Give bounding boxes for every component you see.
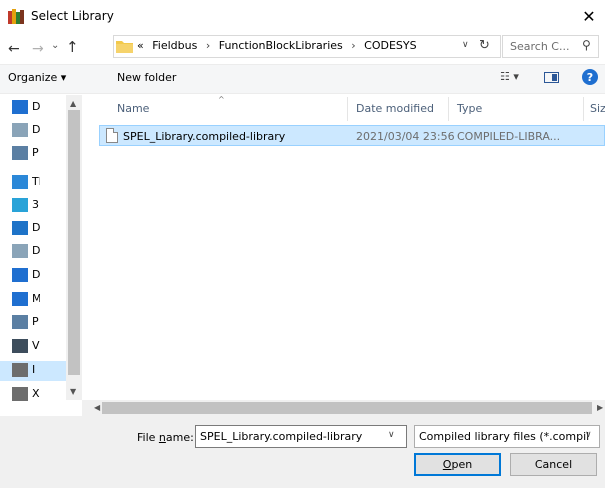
open-button[interactable]: Open: [414, 453, 501, 476]
recent-locations-chevron-icon[interactable]: ⌄: [51, 40, 59, 51]
breadcrumb-fieldbus[interactable]: Fieldbus: [152, 39, 197, 52]
file-name-label-post: ame:: [165, 431, 194, 444]
sidebar-item-label: X: [32, 387, 40, 400]
folder-icon: [116, 41, 133, 53]
search-icon[interactable]: ⚲: [582, 38, 591, 52]
cancel-button[interactable]: Cancel: [510, 453, 597, 476]
sidebar-item-label: P: [32, 315, 39, 328]
column-header-type[interactable]: Type: [457, 102, 482, 115]
window-title: Select Library: [31, 9, 114, 23]
close-button[interactable]: ✕: [575, 4, 603, 28]
file-icon: [106, 128, 118, 143]
music-icon: [12, 292, 28, 306]
breadcrumb-codesys[interactable]: CODESYS: [364, 39, 416, 52]
sort-ascending-icon: ^: [218, 95, 225, 104]
new-folder-button[interactable]: New folder: [117, 71, 176, 84]
back-arrow-icon[interactable]: ←: [8, 41, 20, 57]
drive-icon: [12, 363, 28, 377]
sidebar-item-label: D: [32, 123, 40, 136]
videos-icon: [12, 339, 28, 353]
desktop-icon: [12, 221, 28, 235]
column-divider[interactable]: [448, 97, 449, 121]
horizontal-scrollbar-thumb[interactable]: [102, 402, 592, 414]
library-books-icon: [8, 9, 24, 24]
scroll-left-arrow-icon[interactable]: ◀: [94, 403, 100, 412]
help-icon[interactable]: ?: [582, 69, 598, 85]
file-date-modified: 2021/03/04 23:56: [356, 130, 455, 143]
search-placeholder: Search C...: [510, 40, 570, 53]
column-header-date-modified[interactable]: Date modified: [356, 102, 434, 115]
file-type-select[interactable]: Compiled library files (*.compil: [414, 425, 600, 448]
file-name-label: File name:: [137, 431, 194, 444]
breadcrumb-separator: ›: [205, 39, 211, 52]
sidebar-item-label: D: [32, 221, 40, 234]
column-divider[interactable]: [347, 97, 348, 121]
breadcrumb-functionblocklibraries[interactable]: FunctionBlockLibraries: [219, 39, 343, 52]
open-button-mnemonic: O: [442, 458, 452, 471]
file-name-label-mnemonic: n: [158, 431, 166, 444]
sidebar-item-label: V: [32, 339, 40, 352]
column-divider[interactable]: [583, 97, 584, 121]
sidebar-item-label: D: [32, 268, 40, 281]
sidebar-item-label: Th: [32, 175, 40, 188]
refresh-icon[interactable]: ↻: [479, 38, 490, 53]
column-header-size[interactable]: Size: [590, 102, 605, 115]
3d-objects-icon: [12, 198, 28, 212]
column-header-name[interactable]: Name: [117, 102, 149, 115]
file-type: COMPILED-LIBRA...: [457, 130, 561, 143]
up-arrow-icon[interactable]: ↑: [66, 38, 79, 56]
file-type-chevron-down-icon[interactable]: ∨: [585, 430, 592, 440]
file-name-chevron-down-icon[interactable]: ∨: [388, 430, 395, 440]
preview-pane-icon[interactable]: [544, 72, 559, 83]
scroll-down-arrow-icon[interactable]: ▼: [70, 387, 76, 396]
sidebar-item-label: I: [32, 363, 36, 376]
sidebar-item-label: D: [32, 244, 40, 257]
sidebar-item-label: M: [32, 292, 40, 305]
address-history-chevron-icon[interactable]: ∨: [462, 40, 469, 50]
pictures-icon: [12, 146, 28, 160]
file-name-field[interactable]: SPEL_Library.compiled-library: [195, 425, 407, 448]
drive-icon: [12, 387, 28, 401]
forward-arrow-icon[interactable]: →: [32, 41, 44, 57]
file-name[interactable]: SPEL_Library.compiled-library: [123, 130, 285, 143]
documents-icon: [12, 123, 28, 137]
this-pc-icon: [12, 175, 28, 189]
sidebar-item-label: D: [32, 100, 40, 113]
downloads-icon: [12, 268, 28, 282]
sidebar-item-label: 3: [32, 198, 39, 211]
open-button-label: pen: [451, 458, 473, 471]
breadcrumb-separator: ›: [351, 39, 356, 52]
organize-button[interactable]: Organize ▾: [8, 71, 66, 84]
scroll-up-arrow-icon[interactable]: ▲: [70, 99, 76, 108]
change-view-icon[interactable]: ☷ ▾: [500, 70, 519, 83]
file-name-label-pre: File: [137, 431, 159, 444]
downloads-icon: [12, 100, 28, 114]
breadcrumb-overflow[interactable]: «: [137, 39, 144, 52]
navigation-scrollbar-thumb[interactable]: [68, 110, 80, 375]
scroll-right-arrow-icon[interactable]: ▶: [597, 403, 603, 412]
sidebar-item-label: P: [32, 146, 39, 159]
breadcrumb[interactable]: « Fieldbus › FunctionBlockLibraries › CO…: [137, 39, 422, 52]
documents-icon: [12, 244, 28, 258]
pictures-icon: [12, 315, 28, 329]
